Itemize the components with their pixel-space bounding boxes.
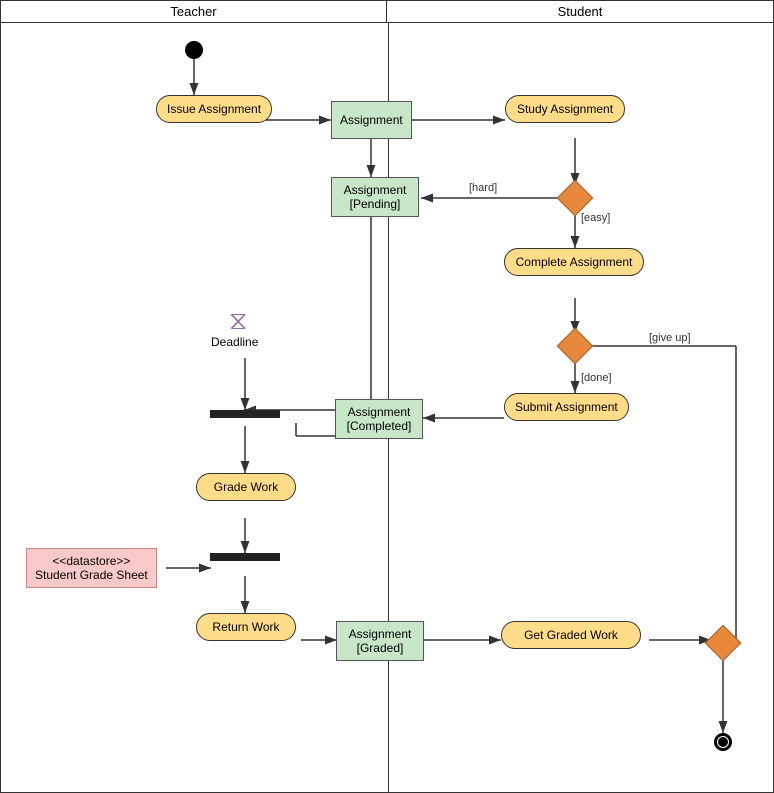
deadline-label: Deadline xyxy=(211,335,258,349)
join-bar-1 xyxy=(210,410,280,418)
swimlane-student-header: Student xyxy=(387,1,773,22)
student-grade-sheet-node: <<datastore>> Student Grade Sheet xyxy=(26,548,157,588)
hourglass-icon: ⧖ xyxy=(229,305,247,337)
issue-assignment-node: Issue Assignment xyxy=(156,95,272,123)
completion-diamond xyxy=(562,333,588,359)
swimlane-teacher-header: Teacher xyxy=(1,1,387,22)
submit-assignment-node: Submit Assignment xyxy=(504,393,629,421)
start-node xyxy=(185,41,203,59)
assignment-pending-node: Assignment [Pending] xyxy=(331,177,419,217)
join-bar-2 xyxy=(210,553,280,561)
end-node xyxy=(714,733,732,751)
get-graded-work-node: Get Graded Work xyxy=(501,621,641,649)
diagram-container: Teacher Student xyxy=(0,0,774,793)
swimlane-header: Teacher Student xyxy=(1,1,773,23)
end-merge-diamond xyxy=(710,630,736,656)
return-work-node: Return Work xyxy=(196,613,296,641)
study-assignment-node: Study Assignment xyxy=(505,95,625,123)
svg-text:[hard]: [hard] xyxy=(469,182,497,194)
assignment-object-node: Assignment xyxy=(331,101,412,139)
svg-text:[done]: [done] xyxy=(581,372,612,384)
difficulty-diamond xyxy=(562,185,588,211)
assignment-graded-node: Assignment [Graded] xyxy=(336,621,424,661)
swimlane-body: [hard] [easy] [done] [give up] Issue Ass… xyxy=(1,23,774,793)
svg-text:[easy]: [easy] xyxy=(581,212,610,224)
svg-text:[give up]: [give up] xyxy=(649,332,691,344)
grade-work-node: Grade Work xyxy=(196,473,296,501)
complete-assignment-node: Complete Assignment xyxy=(504,248,644,276)
assignment-completed-node: Assignment [Completed] xyxy=(335,399,423,439)
